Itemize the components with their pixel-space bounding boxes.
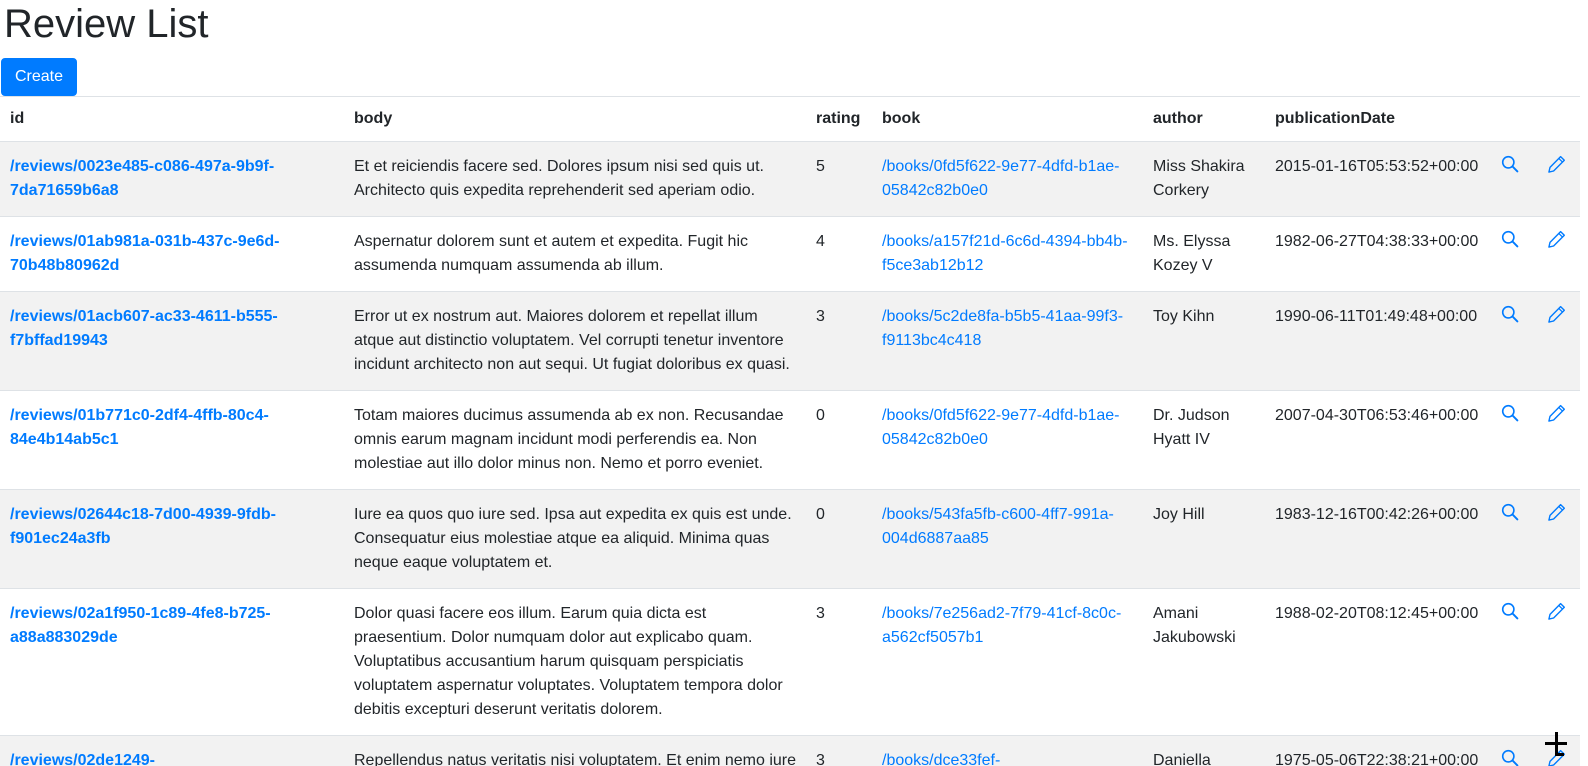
review-author: Miss Shakira Corkery <box>1143 142 1265 217</box>
review-rating: 3 <box>806 589 872 736</box>
review-publication-date: 1982-06-27T04:38:33+00:00 <box>1265 217 1489 292</box>
review-id-link[interactable]: /reviews/0023e485-c086-497a-9b9f-7da7165… <box>10 158 274 199</box>
create-button[interactable]: Create <box>1 58 77 96</box>
edit-button[interactable] <box>1547 404 1566 423</box>
review-rating: 3 <box>806 736 872 766</box>
show-button[interactable] <box>1501 155 1520 174</box>
pencil-icon <box>1547 410 1566 427</box>
column-header-show <box>1489 97 1532 142</box>
magnifier-icon <box>1501 236 1520 253</box>
book-link[interactable]: /books/7e256ad2-7f79-41cf-8c0c-a562cf505… <box>882 605 1121 646</box>
show-button[interactable] <box>1501 503 1520 522</box>
book-link[interactable]: /books/5c2de8fa-b5b5-41aa-99f3-f9113bc4c… <box>882 308 1123 349</box>
magnifier-icon <box>1501 410 1520 427</box>
pencil-icon <box>1547 311 1566 328</box>
table-row: /reviews/02644c18-7d00-4939-9fdb-f901ec2… <box>0 490 1580 589</box>
column-header-book: book <box>872 97 1143 142</box>
review-body: Iure ea quos quo iure sed. Ipsa aut expe… <box>344 490 806 589</box>
review-rating: 3 <box>806 292 872 391</box>
review-publication-date: 1990-06-11T01:49:48+00:00 <box>1265 292 1489 391</box>
column-header-rating: rating <box>806 97 872 142</box>
column-header-id: id <box>0 97 344 142</box>
book-link[interactable]: /books/0fd5f622-9e77-4dfd-b1ae-05842c82b… <box>882 407 1120 448</box>
book-link[interactable]: /books/0fd5f622-9e77-4dfd-b1ae-05842c82b… <box>882 158 1120 199</box>
show-button[interactable] <box>1501 404 1520 423</box>
table-row: /reviews/0023e485-c086-497a-9b9f-7da7165… <box>0 142 1580 217</box>
pencil-icon <box>1547 509 1566 526</box>
review-body: Totam maiores ducimus assumenda ab ex no… <box>344 391 806 490</box>
column-header-publicationDate: publicationDate <box>1265 97 1489 142</box>
review-publication-date: 2007-04-30T06:53:46+00:00 <box>1265 391 1489 490</box>
review-id-link[interactable]: /reviews/01b771c0-2df4-4ffb-80c4-84e4b14… <box>10 407 269 448</box>
table-header: id body rating book author publicationDa… <box>0 97 1580 142</box>
page-title: Review List <box>0 0 1588 46</box>
pencil-icon <box>1547 236 1566 253</box>
edit-button[interactable] <box>1547 749 1566 766</box>
review-id-link[interactable]: /reviews/01ab981a-031b-437c-9e6d-70b48b8… <box>10 233 280 274</box>
review-author: Ms. Elyssa Kozey V <box>1143 217 1265 292</box>
edit-button[interactable] <box>1547 305 1566 324</box>
magnifier-icon <box>1501 509 1520 526</box>
magnifier-icon <box>1501 608 1520 625</box>
review-publication-date: 2015-01-16T05:53:52+00:00 <box>1265 142 1489 217</box>
magnifier-icon <box>1501 755 1520 766</box>
column-header-author: author <box>1143 97 1265 142</box>
column-header-body: body <box>344 97 806 142</box>
review-body: Repellendus natus veritatis nisi volupta… <box>344 736 806 766</box>
review-rating: 4 <box>806 217 872 292</box>
review-body: Error ut ex nostrum aut. Maiores dolorem… <box>344 292 806 391</box>
review-id-link[interactable]: /reviews/02de1249- <box>10 752 155 766</box>
review-author: Toy Kihn <box>1143 292 1265 391</box>
review-publication-date: 1975-05-06T22:38:21+00:00 <box>1265 736 1489 766</box>
review-body: Et et reiciendis facere sed. Dolores ips… <box>344 142 806 217</box>
column-header-edit <box>1532 97 1580 142</box>
edit-button[interactable] <box>1547 155 1566 174</box>
review-id-link[interactable]: /reviews/02644c18-7d00-4939-9fdb-f901ec2… <box>10 506 276 547</box>
table-row: /reviews/01acb607-ac33-4611-b555-f7bffad… <box>0 292 1580 391</box>
edit-button[interactable] <box>1547 602 1566 621</box>
show-button[interactable] <box>1501 602 1520 621</box>
pencil-icon <box>1547 608 1566 625</box>
review-rating: 5 <box>806 142 872 217</box>
show-button[interactable] <box>1501 749 1520 766</box>
review-id-link[interactable]: /reviews/02a1f950-1c89-4fe8-b725-a88a883… <box>10 605 271 646</box>
review-body: Dolor quasi facere eos illum. Earum quia… <box>344 589 806 736</box>
book-link[interactable]: /books/dce33fef- <box>882 752 1000 766</box>
review-id-link[interactable]: /reviews/01acb607-ac33-4611-b555-f7bffad… <box>10 308 278 349</box>
book-link[interactable]: /books/a157f21d-6c6d-4394-bb4b-f5ce3ab12… <box>882 233 1128 274</box>
review-rating: 0 <box>806 391 872 490</box>
table-row: /reviews/01b771c0-2df4-4ffb-80c4-84e4b14… <box>0 391 1580 490</box>
review-author: Dr. Judson Hyatt IV <box>1143 391 1265 490</box>
review-body: Aspernatur dolorem sunt et autem et expe… <box>344 217 806 292</box>
review-table: id body rating book author publicationDa… <box>0 96 1580 766</box>
edit-button[interactable] <box>1547 503 1566 522</box>
pencil-icon <box>1547 161 1566 178</box>
table-row: /reviews/01ab981a-031b-437c-9e6d-70b48b8… <box>0 217 1580 292</box>
table-row: /reviews/02de1249- Repellendus natus ver… <box>0 736 1580 766</box>
magnifier-icon <box>1501 161 1520 178</box>
review-author: Amani Jakubowski <box>1143 589 1265 736</box>
magnifier-icon <box>1501 311 1520 328</box>
show-button[interactable] <box>1501 230 1520 249</box>
review-author: Joy Hill <box>1143 490 1265 589</box>
edit-button[interactable] <box>1547 230 1566 249</box>
review-list-page: Review List Create id body rating book a… <box>0 0 1588 766</box>
pencil-icon <box>1547 755 1566 766</box>
review-rating: 0 <box>806 490 872 589</box>
show-button[interactable] <box>1501 305 1520 324</box>
review-table-body: /reviews/0023e485-c086-497a-9b9f-7da7165… <box>0 142 1580 766</box>
table-row: /reviews/02a1f950-1c89-4fe8-b725-a88a883… <box>0 589 1580 736</box>
book-link[interactable]: /books/543fa5fb-c600-4ff7-991a-004d6887a… <box>882 506 1114 547</box>
review-publication-date: 1988-02-20T08:12:45+00:00 <box>1265 589 1489 736</box>
review-publication-date: 1983-12-16T00:42:26+00:00 <box>1265 490 1489 589</box>
review-author: Daniella <box>1143 736 1265 766</box>
